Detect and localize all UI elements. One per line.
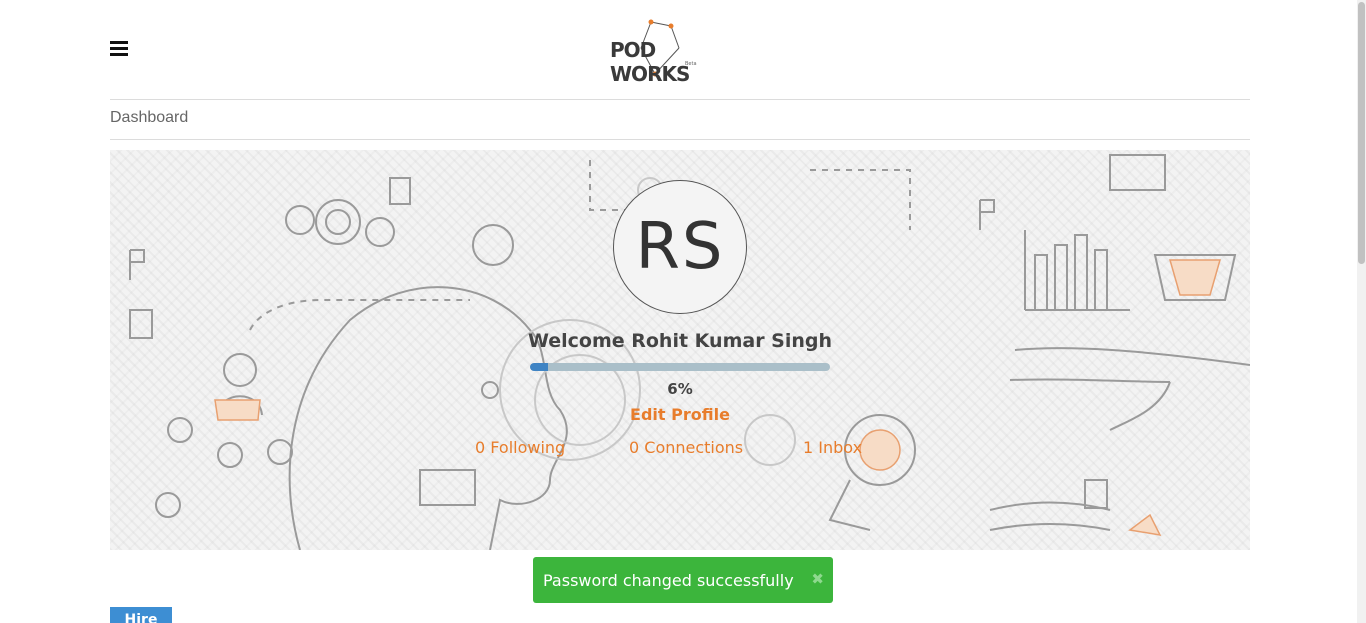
profile-progress-bar bbox=[530, 363, 830, 371]
profile-progress-fill bbox=[530, 363, 548, 371]
header-divider bbox=[110, 99, 1250, 100]
avatar-initials: RS bbox=[635, 210, 725, 284]
welcome-heading: Welcome Rohit Kumar Singh bbox=[527, 330, 833, 352]
breadcrumb: Dashboard bbox=[110, 109, 189, 126]
tab-hire[interactable]: Hire bbox=[110, 607, 172, 623]
profile-progress-label: 6% bbox=[667, 380, 693, 398]
connections-link[interactable]: 0 Connections bbox=[629, 438, 743, 457]
hamburger-menu-icon[interactable] bbox=[110, 41, 128, 57]
close-icon[interactable]: ✖ bbox=[811, 570, 824, 588]
edit-profile-link[interactable]: Edit Profile bbox=[110, 405, 1250, 424]
app-logo[interactable]: POD WORKS Beta bbox=[605, 18, 725, 86]
avatar[interactable]: RS bbox=[613, 180, 747, 314]
vertical-scrollbar[interactable] bbox=[1357, 0, 1366, 623]
breadcrumb-divider bbox=[110, 139, 1250, 140]
logo-text: POD WORKS bbox=[610, 38, 690, 86]
edit-profile-label: Edit Profile bbox=[630, 405, 730, 424]
toast-message: Password changed successfully bbox=[543, 570, 794, 590]
logo-subtext: Beta bbox=[685, 61, 697, 67]
scrollbar-thumb[interactable] bbox=[1358, 2, 1365, 264]
inbox-link[interactable]: 1 Inbox bbox=[803, 438, 862, 457]
tab-hire-label: Hire bbox=[124, 612, 158, 623]
following-link[interactable]: 0 Following bbox=[475, 438, 565, 457]
page: POD WORKS Beta Dashboard RS Welcome Rohi… bbox=[0, 0, 1366, 623]
profile-banner: RS Welcome Rohit Kumar Singh 6% Edit Pro… bbox=[110, 150, 1250, 550]
success-toast: Password changed successfully ✖ bbox=[533, 557, 833, 603]
